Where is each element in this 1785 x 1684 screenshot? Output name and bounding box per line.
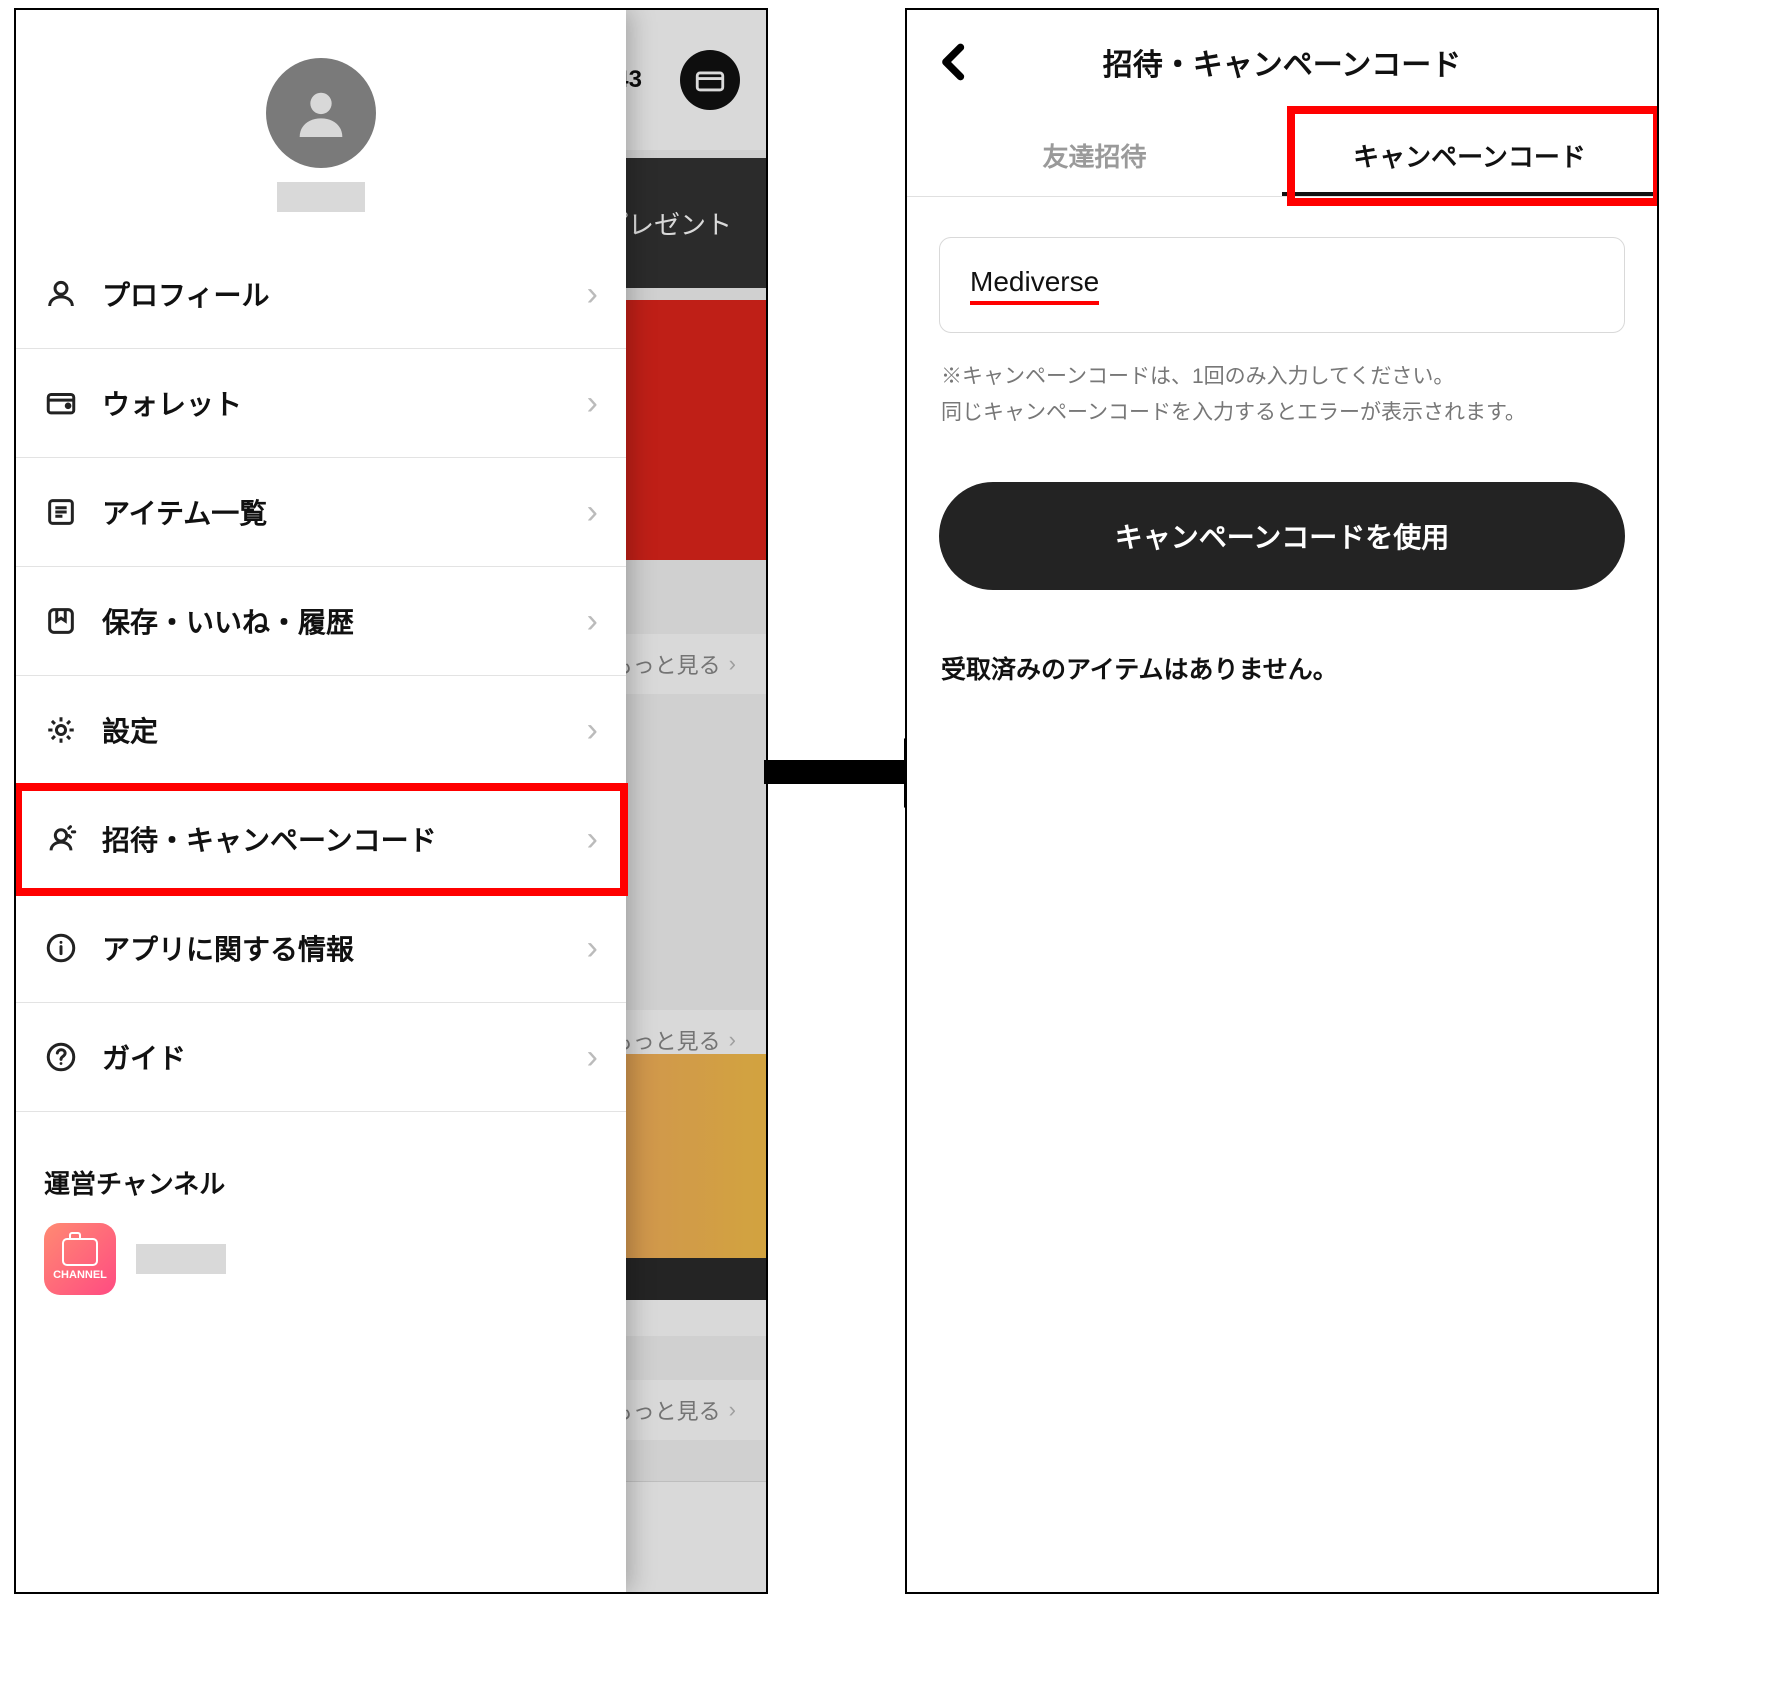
gear-icon bbox=[44, 713, 78, 747]
menu-items[interactable]: アイテム一覧 › bbox=[16, 458, 626, 567]
menu-label: 招待・キャンペーンコード bbox=[102, 819, 587, 859]
menu-label: 保存・いいね・履歴 bbox=[102, 601, 587, 641]
help-icon bbox=[44, 1040, 78, 1074]
chevron-right-icon: › bbox=[587, 493, 598, 532]
channel-name-redacted bbox=[136, 1244, 226, 1274]
chevron-right-icon: › bbox=[587, 384, 598, 423]
left-screen: 43 プレゼント もっと見る› もっと見る› り4日 と納税 まだ もっと見る›… bbox=[14, 8, 768, 1594]
drawer-menu: プロフィール › ウォレット › アイテム一覧 › 保存・いいね・履歴 › bbox=[16, 240, 626, 1112]
note-text: ※キャンペーンコードは、1回のみ入力してください。 同じキャンペーンコードを入力… bbox=[941, 359, 1623, 430]
chevron-right-icon: › bbox=[587, 711, 598, 750]
chevron-right-icon: › bbox=[587, 820, 598, 859]
menu-label: アプリに関する情報 bbox=[102, 928, 587, 968]
code-value: Mediverse bbox=[970, 266, 1099, 305]
back-button[interactable] bbox=[933, 40, 977, 84]
highlight-box bbox=[1287, 106, 1659, 206]
chevron-right-icon: › bbox=[587, 602, 598, 641]
info-icon bbox=[44, 931, 78, 965]
empty-state-label: 受取済みのアイテムはありません。 bbox=[939, 650, 1625, 686]
channel-icon: CHANNEL bbox=[44, 1223, 116, 1295]
campaign-code-input[interactable]: Mediverse bbox=[939, 237, 1625, 333]
page-title: 招待・キャンペーンコード bbox=[1103, 40, 1462, 84]
menu-label: プロフィール bbox=[102, 274, 587, 314]
right-screen: 招待・キャンペーンコード 友達招待 キャンペーンコード Mediverse ※キ… bbox=[905, 8, 1659, 1594]
wallet-header-icon bbox=[680, 50, 740, 110]
chevron-right-icon: › bbox=[587, 929, 598, 968]
menu-label: ウォレット bbox=[102, 383, 587, 423]
use-code-button[interactable]: キャンペーンコードを使用 bbox=[939, 482, 1625, 590]
channel-row[interactable]: CHANNEL bbox=[16, 1223, 626, 1295]
menu-label: 設定 bbox=[102, 710, 587, 750]
person-icon bbox=[44, 277, 78, 311]
invite-icon bbox=[44, 822, 78, 856]
chevron-right-icon: › bbox=[587, 275, 598, 314]
menu-app-info[interactable]: アプリに関する情報 › bbox=[16, 894, 626, 1003]
menu-label: ガイド bbox=[102, 1037, 587, 1077]
menu-guide[interactable]: ガイド › bbox=[16, 1003, 626, 1112]
menu-label: アイテム一覧 bbox=[102, 492, 587, 532]
flow-arrow-icon bbox=[764, 760, 910, 784]
chevron-right-icon: › bbox=[587, 1038, 598, 1077]
wallet-icon bbox=[44, 386, 78, 420]
bookmark-icon bbox=[44, 604, 78, 638]
tab-invite[interactable]: 友達招待 bbox=[907, 114, 1282, 196]
menu-settings[interactable]: 設定 › bbox=[16, 676, 626, 785]
username-redacted bbox=[277, 182, 365, 212]
menu-wallet[interactable]: ウォレット › bbox=[16, 349, 626, 458]
menu-saved[interactable]: 保存・いいね・履歴 › bbox=[16, 567, 626, 676]
profile-header[interactable] bbox=[16, 10, 626, 240]
side-drawer: プロフィール › ウォレット › アイテム一覧 › 保存・いいね・履歴 › bbox=[16, 10, 626, 1592]
menu-profile[interactable]: プロフィール › bbox=[16, 240, 626, 349]
menu-invite-campaign[interactable]: 招待・キャンペーンコード › bbox=[16, 785, 626, 894]
channel-section-title: 運営チャンネル bbox=[16, 1112, 626, 1223]
page-header: 招待・キャンペーンコード bbox=[907, 10, 1657, 114]
list-icon bbox=[44, 495, 78, 529]
avatar-icon bbox=[266, 58, 376, 168]
